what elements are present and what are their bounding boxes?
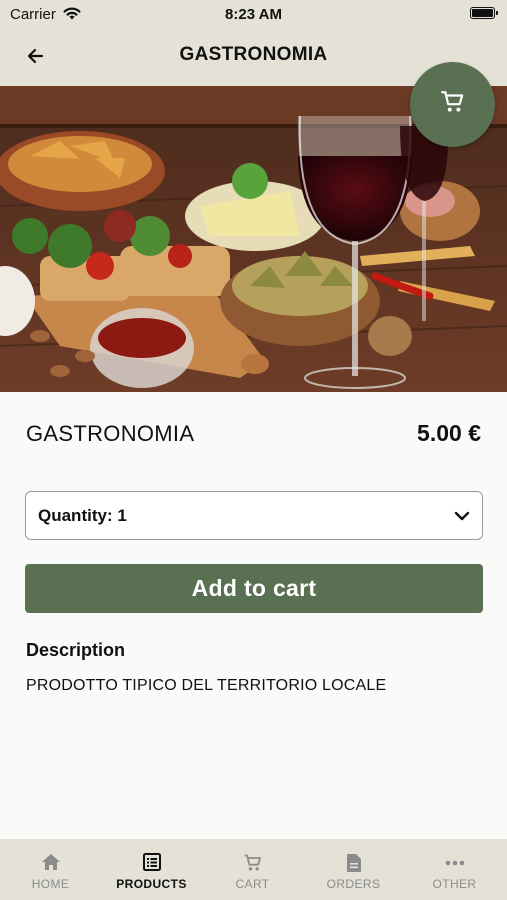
home-icon (0, 853, 101, 873)
status-bar: Carrier 8:23 AM (0, 0, 507, 28)
quantity-select[interactable]: Quantity: 1 (25, 491, 483, 540)
product-price: 5.00 € (417, 420, 481, 446)
add-to-cart-button[interactable]: Add to cart (25, 564, 483, 613)
tab-orders[interactable]: ORDERS (303, 839, 404, 900)
more-icon (404, 853, 505, 873)
product-name: GASTRONOMIA (26, 421, 195, 446)
cart-icon (202, 853, 303, 873)
tab-label: CART (235, 877, 270, 891)
cart-fab-button[interactable] (410, 62, 495, 147)
tab-cart[interactable]: CART (202, 839, 303, 900)
document-icon (303, 853, 404, 873)
tab-label: PRODUCTS (116, 877, 187, 891)
clock: 8:23 AM (225, 6, 282, 23)
description-text: PRODOTTO TIPICO DEL TERRITORIO LOCALE (26, 677, 387, 694)
tab-label: HOME (31, 877, 70, 891)
tab-bar: HOME PRODUCTS CART ORDERS OTHER (0, 839, 507, 900)
chevron-down-icon (454, 509, 470, 527)
tab-label: ORDERS (326, 877, 381, 891)
tab-products[interactable]: PRODUCTS (101, 839, 202, 900)
quantity-value: Quantity: 1 (38, 506, 127, 525)
tab-home[interactable]: HOME (0, 839, 101, 900)
tab-other[interactable]: OTHER (404, 839, 505, 900)
description-heading: Description (26, 640, 126, 660)
cart-icon (440, 89, 466, 120)
tab-label: OTHER (432, 877, 477, 891)
page-title: GASTRONOMIA (179, 44, 328, 65)
battery-icon (470, 7, 498, 19)
list-icon (101, 853, 202, 873)
